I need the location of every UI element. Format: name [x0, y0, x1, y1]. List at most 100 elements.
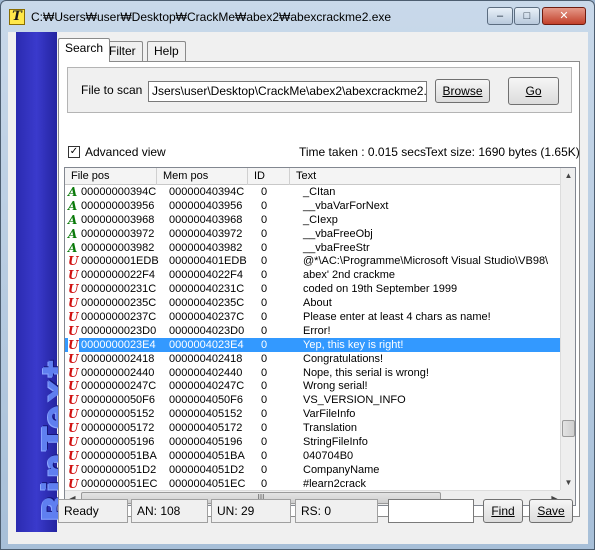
text-cell: Translation [303, 422, 358, 435]
table-row[interactable]: U 0000000022F4 0000004022F4 0 abex' 2nd crac… [65, 268, 562, 282]
string-type-icon: U [68, 379, 79, 394]
table-row[interactable]: U 0000000023E4 0000004023E4 0 Yep, this key … [65, 337, 562, 352]
scroll-up-icon[interactable]: ▲ [561, 168, 575, 183]
browse-button-label: Browse [442, 84, 483, 98]
id-cell: 0 [261, 297, 268, 310]
close-button[interactable]: ✕ [542, 7, 586, 25]
table-row[interactable]: U 000000005172 000000405172 0 Translation [65, 421, 562, 435]
advanced-view-checkbox[interactable]: ✓ [68, 146, 80, 158]
save-button-label: Save [537, 504, 565, 518]
text-cell: About [303, 297, 332, 310]
column-id[interactable]: ID [248, 168, 290, 185]
file-to-scan-label: File to scan [81, 83, 143, 97]
table-row[interactable]: U 0000000050F6 0000004050F6 0 VS_VERSION_INF… [65, 393, 562, 407]
mem-pos-cell: 000000405172 [169, 422, 243, 435]
string-type-icon: A [68, 198, 78, 213]
text-cell: Error! [303, 324, 331, 337]
file-path-input[interactable]: Jsers\user\Desktop\CrackMe\abex2\abexcra… [148, 81, 427, 102]
status-bar: Ready AN: 108 UN: 29 RS: 0 Find Save [58, 499, 580, 525]
string-type-icon: U [68, 435, 79, 450]
list-rows: A 00000000394C 00000040394C 0 _CItan A 0000000… [65, 185, 562, 505]
id-cell: 0 [261, 463, 268, 476]
id-cell: 0 [261, 408, 268, 421]
file-pos-cell: 000000003982 [81, 241, 155, 254]
file-pos-cell: 000000005172 [81, 422, 155, 435]
app-icon: T [9, 9, 25, 25]
table-row[interactable]: U 0000000023D0 0000004023D0 0 Error! [65, 324, 562, 338]
tab-help[interactable]: Help [147, 41, 186, 62]
table-row[interactable]: U 00000000247C 00000040247C 0 Wrong serial! [65, 379, 562, 393]
text-cell: VarFileInfo [303, 408, 356, 421]
table-row[interactable]: A 000000003968 000000403968 0 _CIexp [65, 213, 562, 227]
save-button[interactable]: Save [529, 499, 573, 523]
mem-pos-cell: 0000004051D2 [169, 463, 245, 476]
id-cell: 0 [261, 449, 268, 462]
table-row[interactable]: U 000000005196 000000405196 0 StringFileInfo [65, 435, 562, 449]
text-cell: Congratulations! [303, 352, 384, 365]
status-ready: Ready [58, 499, 128, 523]
find-input[interactable] [388, 499, 474, 523]
table-row[interactable]: U 00000000235C 00000040235C 0 About [65, 296, 562, 310]
browse-button[interactable]: Browse [435, 79, 490, 103]
mem-pos-cell: 000000403982 [169, 241, 243, 254]
string-type-icon: U [68, 462, 79, 477]
column-file-pos[interactable]: File pos [65, 168, 157, 185]
find-button-label: Find [491, 504, 515, 518]
file-pos-cell: 00000000237C [81, 311, 157, 324]
find-button[interactable]: Find [483, 499, 523, 523]
maximize-button[interactable]: □ [514, 7, 540, 25]
scroll-down-icon[interactable]: ▼ [561, 475, 575, 490]
vertical-scrollbar[interactable]: ▲ ▼ [560, 168, 575, 490]
mem-pos-cell: 000000403956 [169, 199, 243, 212]
file-pos-cell: 0000000022F4 [81, 269, 156, 282]
table-row[interactable]: A 000000003972 000000403972 0 __vbaFreeObj [65, 227, 562, 241]
table-row[interactable]: A 00000000394C 00000040394C 0 _CItan [65, 185, 562, 199]
file-pos-cell: 0000000051EC [81, 477, 158, 490]
table-row[interactable]: A 000000003982 000000403982 0 __vbaFreeStr [65, 241, 562, 255]
string-type-icon: U [68, 393, 79, 408]
string-type-icon: U [68, 310, 79, 325]
text-cell: StringFileInfo [303, 436, 368, 449]
text-cell: __vbaFreeObj [303, 227, 373, 240]
string-type-icon: U [68, 476, 79, 491]
string-type-icon: U [68, 268, 79, 283]
id-cell: 0 [261, 199, 268, 212]
table-row[interactable]: U 00000000237C 00000040237C 0 Please enter a… [65, 310, 562, 324]
file-pos-cell: 00000000231C [81, 283, 157, 296]
table-row[interactable]: U 000000001EDB 000000401EDB 0 @*\AC:\Program… [65, 254, 562, 268]
app-window: T C:₩Users₩user₩Desktop₩CrackMe₩abex2₩ab… [0, 0, 595, 550]
table-row[interactable]: U 0000000051EC 0000004051EC 0 #learn2crack [65, 477, 562, 491]
table-row[interactable]: U 0000000051D2 0000004051D2 0 CompanyName [65, 463, 562, 477]
string-type-icon: U [68, 323, 79, 338]
mem-pos-cell: 00000040247C [169, 380, 245, 393]
strings-list[interactable]: File pos Mem pos ID Text A 00000000394C 00… [64, 167, 576, 506]
id-cell: 0 [261, 227, 268, 240]
table-row[interactable]: A 000000003956 000000403956 0 __vbaVarForNex… [65, 199, 562, 213]
status-an-count: AN: 108 [131, 499, 208, 523]
tab-search[interactable]: Search [58, 38, 111, 62]
string-type-icon: U [68, 296, 79, 311]
column-mem-pos[interactable]: Mem pos [157, 168, 248, 185]
mem-pos-cell: 0000004023E4 [169, 338, 244, 351]
text-cell: Nope, this serial is wrong! [303, 366, 429, 379]
id-cell: 0 [261, 352, 268, 365]
id-cell: 0 [261, 394, 268, 407]
file-scan-group: File to scan Jsers\user\Desktop\CrackMe\… [67, 67, 572, 113]
title-bar[interactable]: T C:₩Users₩user₩Desktop₩CrackMe₩abex2₩ab… [1, 1, 594, 31]
text-cell: __vbaVarForNext [303, 199, 389, 212]
string-type-icon: U [68, 254, 79, 269]
id-cell: 0 [261, 213, 268, 226]
column-text[interactable]: Text [290, 168, 562, 185]
table-row[interactable]: U 00000000231C 00000040231C 0 coded on 19th … [65, 282, 562, 296]
table-row[interactable]: U 0000000051BA 0000004051BA 0 040704B0 [65, 449, 562, 463]
file-pos-cell: 0000000051D2 [81, 463, 157, 476]
go-button[interactable]: Go [508, 77, 559, 105]
minimize-button[interactable]: – [487, 7, 513, 25]
file-pos-cell: 000000001EDB [81, 255, 159, 268]
table-row[interactable]: U 000000002440 000000402440 0 Nope, this ser… [65, 366, 562, 380]
table-row[interactable]: U 000000005152 000000405152 0 VarFileInfo [65, 407, 562, 421]
file-pos-cell: 000000003972 [81, 227, 155, 240]
vertical-scroll-thumb[interactable] [562, 420, 575, 437]
table-row[interactable]: U 000000002418 000000402418 0 Congratulation… [65, 352, 562, 366]
file-pos-cell: 000000002440 [81, 366, 155, 379]
